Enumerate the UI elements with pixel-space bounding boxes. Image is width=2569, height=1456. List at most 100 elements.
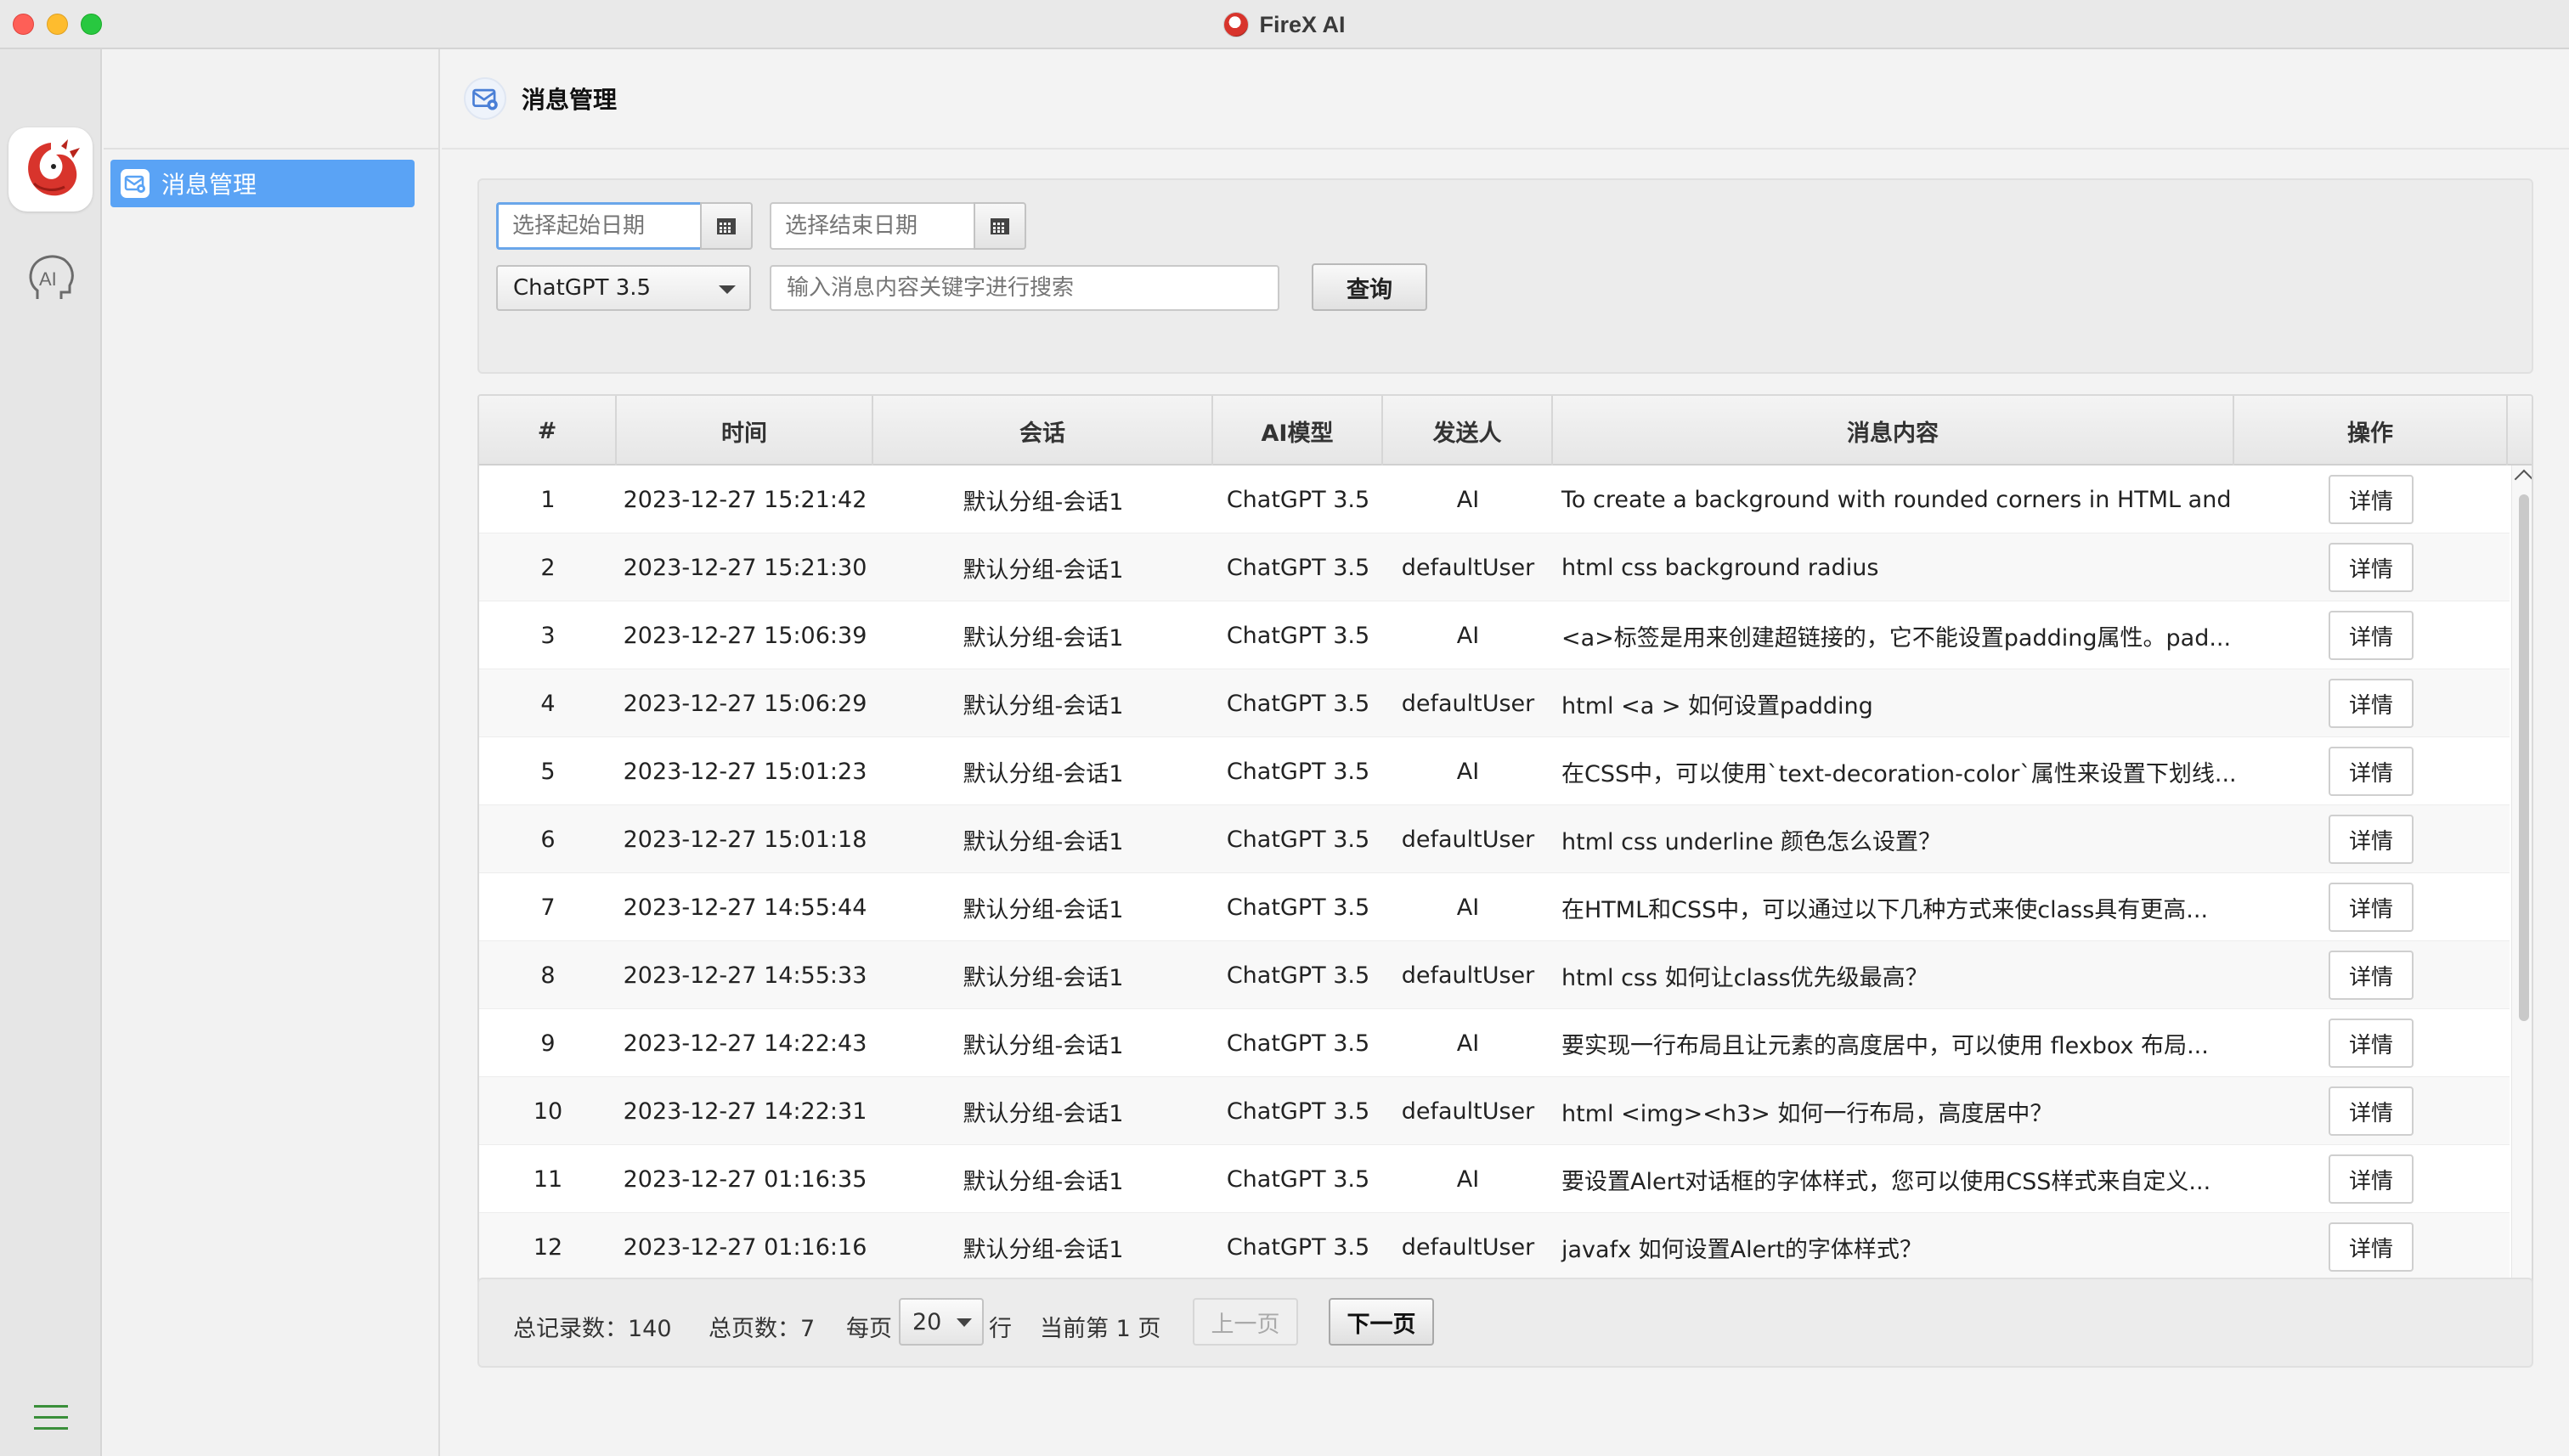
column-header-time[interactable]: 时间 [617,396,873,466]
detail-button[interactable]: 详情 [2329,1222,2414,1272]
cell-action: 详情 [2234,1077,2508,1145]
detail-button[interactable]: 详情 [2329,951,2414,1000]
search-input[interactable] [770,265,1279,311]
table-row[interactable]: 12 2023-12-27 01:16:16 默认分组-会话1 ChatGPT 3.5… [479,1213,2510,1281]
cell-action: 详情 [2234,941,2508,1009]
detail-button[interactable]: 详情 [2329,475,2414,524]
cell-index: 10 [533,1098,563,1125]
detail-button[interactable]: 详情 [2329,1154,2414,1204]
cell-content: html css 如何让class优先级最高？ [1561,964,1928,991]
cell-action: 详情 [2234,1213,2508,1281]
end-date-picker [770,202,1026,250]
scrollbar-thumb[interactable] [2519,494,2529,1021]
message-manage-icon [464,77,506,120]
start-date-input[interactable] [496,202,700,250]
scroll-up-icon[interactable] [2514,469,2532,489]
table-row[interactable]: 4 2023-12-27 15:06:29 默认分组-会话1 ChatGPT 3.5 d… [479,669,2510,737]
filter-panel: ChatGPT 3.5 查询 [477,178,2533,374]
cell-session: 默认分组-会话1 [963,896,1124,923]
start-date-picker [496,202,753,250]
nav-header [104,49,438,150]
table-row[interactable]: 9 2023-12-27 14:22:43 默认分组-会话1 ChatGPT 3.5 A… [479,1009,2510,1077]
column-header-content[interactable]: 消息内容 [1553,396,2234,466]
per-page-prefix: 每页 [846,1316,892,1342]
cell-action: 详情 [2234,669,2508,737]
cell-index: 4 [540,690,556,717]
cell-model: ChatGPT 3.5 [1226,1165,1370,1193]
cell-content: html <img><h3> 如何一行布局，高度居中？ [1561,1100,2053,1127]
table-row[interactable]: 10 2023-12-27 14:22:31 默认分组-会话1 ChatGPT 3.5… [479,1077,2510,1145]
current-page: 当前第 1 页 [1040,1316,1161,1342]
table-row[interactable]: 11 2023-12-27 01:16:35 默认分组-会话1 ChatGPT 3.5… [479,1145,2510,1213]
cell-session: 默认分组-会话1 [963,964,1124,991]
cell-index: 5 [540,758,556,785]
cell-action: 详情 [2234,873,2508,941]
column-header-model[interactable]: AI模型 [1213,396,1383,466]
calendar-icon[interactable] [700,202,753,250]
detail-button[interactable]: 详情 [2329,1019,2414,1068]
model-select-value: ChatGPT 3.5 [513,275,652,301]
column-header-session[interactable]: 会话 [873,396,1213,466]
table-row[interactable]: 7 2023-12-27 14:55:44 默认分组-会话1 ChatGPT 3.5 A… [479,873,2510,941]
per-page-suffix: 行 [989,1316,1012,1342]
cell-sender: AI [1456,1165,1480,1193]
cell-session: 默认分组-会话1 [963,1168,1124,1195]
page-size-select[interactable]: 20 [899,1298,984,1346]
table-row[interactable]: 8 2023-12-27 14:55:33 默认分组-会话1 ChatGPT 3.5 d… [479,941,2510,1009]
hamburger-menu-icon[interactable] [32,1403,70,1432]
detail-button[interactable]: 详情 [2329,611,2414,660]
end-date-input[interactable] [770,202,974,250]
cell-session: 默认分组-会话1 [963,692,1124,720]
cell-sender: AI [1456,758,1480,785]
table-row[interactable]: 5 2023-12-27 15:01:23 默认分组-会话1 ChatGPT 3.5 A… [479,737,2510,805]
cell-action: 详情 [2234,466,2508,533]
dragon-logo-icon[interactable] [8,127,93,212]
calendar-icon[interactable] [974,202,1026,250]
window-title: FireX AI [1259,11,1346,37]
cell-time: 2023-12-27 15:06:39 [623,622,867,649]
cell-model: ChatGPT 3.5 [1226,1098,1370,1125]
detail-button[interactable]: 详情 [2329,679,2414,728]
cell-session: 默认分组-会话1 [963,1100,1124,1127]
ai-head-icon[interactable]: AI [22,250,80,308]
detail-button[interactable]: 详情 [2329,815,2414,864]
cell-session: 默认分组-会话1 [963,828,1124,855]
cell-session: 默认分组-会话1 [963,624,1124,652]
cell-time: 2023-12-27 15:06:29 [623,690,867,717]
cell-model: ChatGPT 3.5 [1226,1233,1370,1261]
query-button[interactable]: 查询 [1312,263,1427,311]
cell-time: 2023-12-27 15:21:42 [623,486,867,513]
column-header-sender[interactable]: 发送人 [1383,396,1553,466]
chevron-down-icon [719,285,736,294]
table-row[interactable]: 2 2023-12-27 15:21:30 默认分组-会话1 ChatGPT 3.5 d… [479,533,2510,601]
app-logo-icon [1223,12,1250,37]
table-row[interactable]: 6 2023-12-27 15:01:18 默认分组-会话1 ChatGPT 3.5 d… [479,805,2510,873]
table-row[interactable]: 1 2023-12-27 15:21:42 默认分组-会话1 ChatGPT 3.5 A… [479,466,2510,533]
detail-button[interactable]: 详情 [2329,543,2414,592]
detail-button[interactable]: 详情 [2329,1086,2414,1136]
table-scrollbar[interactable] [2511,466,2532,1339]
column-header-action[interactable]: 操作 [2234,396,2508,466]
model-select[interactable]: ChatGPT 3.5 [496,265,751,311]
cell-model: ChatGPT 3.5 [1226,554,1370,581]
detail-button[interactable]: 详情 [2329,747,2414,796]
cell-time: 2023-12-27 14:55:44 [623,894,867,921]
message-manage-icon [121,169,150,198]
cell-content: javafx 如何设置Alert的字体样式？ [1561,1236,1923,1263]
detail-button[interactable]: 详情 [2329,883,2414,932]
cell-sender: defaultUser [1401,690,1535,717]
column-header-index[interactable]: # [479,396,617,466]
cell-sender: AI [1456,894,1480,921]
nav-item-message-manage[interactable]: 消息管理 [110,160,415,207]
prev-page-button[interactable]: 上一页 [1193,1298,1298,1346]
cell-index: 2 [540,554,556,581]
cell-model: ChatGPT 3.5 [1226,962,1370,989]
window-titlebar: FireX AI [0,0,2569,49]
cell-action: 详情 [2234,737,2508,805]
next-page-button[interactable]: 下一页 [1329,1298,1434,1346]
cell-content: html css background radius [1561,554,1879,581]
table-row[interactable]: 3 2023-12-27 15:06:39 默认分组-会话1 ChatGPT 3.5 A… [479,601,2510,669]
cell-content: 在HTML和CSS中，可以通过以下几种方式来使class具有更高... [1561,896,2209,923]
cell-time: 2023-12-27 15:01:18 [623,826,867,853]
svg-text:AI: AI [39,268,57,290]
